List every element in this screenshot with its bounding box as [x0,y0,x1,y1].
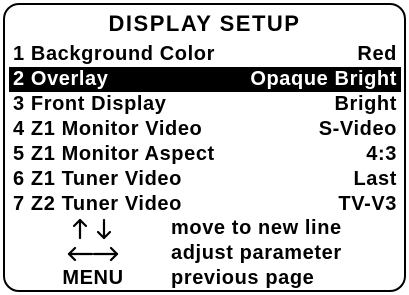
help-text-adjust: adjust parameter [171,242,342,264]
menu-item-value: Opaque Bright [250,68,397,90]
menu-item-overlay[interactable]: 2 Overlay Opaque Bright [9,67,401,92]
menu-item-value: 4:3 [366,143,397,165]
menu-item-label: 1 Background Color [13,43,215,65]
help-text-navigate: move to new line [171,217,342,239]
menu-item-value: Bright [334,93,397,115]
menu-item-value: Red [357,43,397,65]
menu-item-label: 5 Z1 Monitor Aspect [13,143,215,165]
menu-item-z1-monitor-aspect[interactable]: 5 Z1 Monitor Aspect 4:3 [9,142,401,167]
menu-item-z1-monitor-video[interactable]: 4 Z1 Monitor Video S-Video [9,117,401,142]
menu-item-value: S-Video [318,118,397,140]
menu-key-label: MENU [62,267,124,289]
menu-item-label: 2 Overlay [13,68,109,90]
up-down-arrows-icon [53,216,133,241]
help-row-navigate: move to new line [5,216,404,241]
menu-item-label: 6 Z1 Tuner Video [13,168,182,190]
menu-list: 1 Background Color Red 2 Overlay Opaque … [9,42,401,217]
help-legend: move to new line adjust parameter MENU p… [5,216,404,291]
help-row-adjust: adjust parameter [5,241,404,266]
menu-title: DISPLAY SETUP [108,11,301,36]
menu-item-front-display[interactable]: 3 Front Display Bright [9,92,401,117]
help-text-menu: previous page [171,267,315,289]
display-setup-menu: DISPLAY SETUP 1 Background Color Red 2 O… [3,3,406,292]
menu-item-value: TV-V3 [338,193,397,215]
menu-item-z1-tuner-video[interactable]: 6 Z1 Tuner Video Last [9,167,401,192]
menu-item-label: 7 Z2 Tuner Video [13,193,182,215]
left-right-arrows-icon [53,241,133,266]
menu-item-z2-tuner-video[interactable]: 7 Z2 Tuner Video TV-V3 [9,192,401,217]
menu-item-label: 4 Z1 Monitor Video [13,118,203,140]
menu-item-background-color[interactable]: 1 Background Color Red [9,42,401,67]
menu-item-value: Last [353,168,397,190]
help-row-menu: MENU previous page [5,266,404,291]
menu-item-label: 3 Front Display [13,93,167,115]
